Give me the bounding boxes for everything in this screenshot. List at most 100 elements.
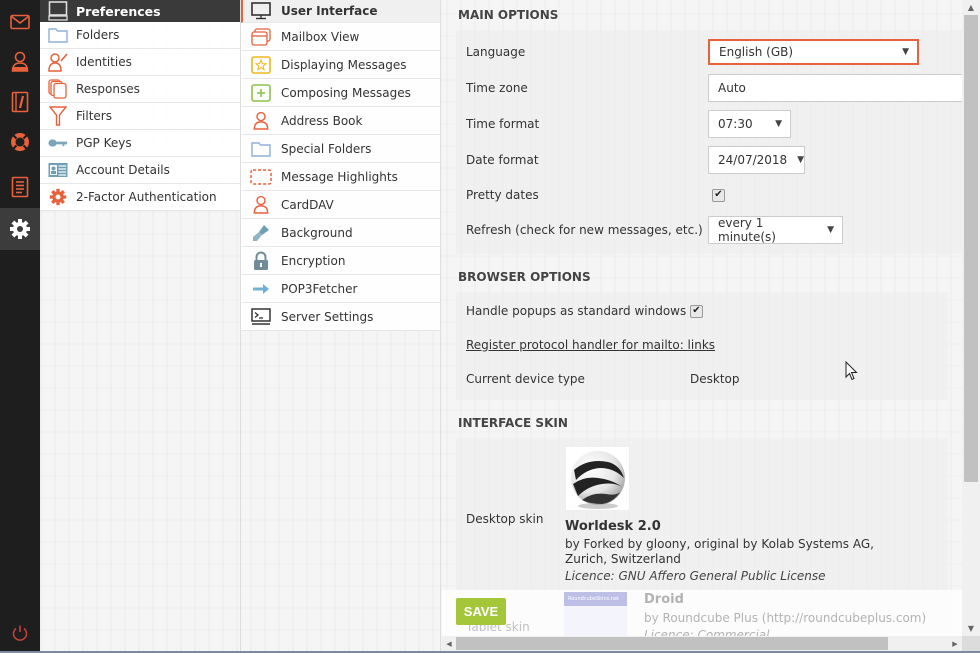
pref-item-filters[interactable]: Filters xyxy=(40,103,240,130)
save-button[interactable]: SAVE xyxy=(456,598,506,625)
logout-button[interactable] xyxy=(0,613,40,653)
pretty-dates-row: Pretty dates ✔ xyxy=(456,178,962,212)
time-format-select[interactable]: 07:30 ▼ xyxy=(708,110,791,138)
date-format-label: Date format xyxy=(466,153,539,167)
refresh-select[interactable]: every 1 minute(s) ▼ xyxy=(708,216,843,244)
preferences-header[interactable]: Preferences xyxy=(40,0,240,22)
lock-icon xyxy=(254,251,268,270)
nav-notes-button[interactable] xyxy=(0,82,40,122)
time-format-value: 07:30 xyxy=(718,117,753,131)
save-bar: Tablet skin RoundcubeSkins.net Droid by … xyxy=(442,590,962,642)
browser-options-box: Handle popups as standard windows ✔ Regi… xyxy=(456,292,948,400)
power-icon xyxy=(12,625,28,641)
pref-item-2fa[interactable]: 2-Factor Authentication xyxy=(40,184,240,211)
nav-mail-button[interactable] xyxy=(0,2,40,42)
main-options-title: MAIN OPTIONS xyxy=(458,8,559,22)
pref-item-label: PGP Keys xyxy=(76,136,132,150)
preferences-title: Preferences xyxy=(76,3,161,19)
chevron-down-icon: ▼ xyxy=(775,119,782,129)
desktop-skin-option[interactable]: Worldesk 2.0 by Forked by gloony, origin… xyxy=(565,446,905,583)
section-label: CardDAV xyxy=(281,197,334,212)
pref-item-pgp-keys[interactable]: PGP Keys xyxy=(40,130,240,157)
pretty-dates-checkbox[interactable]: ✔ xyxy=(712,188,725,202)
pretty-dates-label: Pretty dates xyxy=(466,188,539,202)
section-carddav[interactable]: CardDAV xyxy=(241,191,440,219)
horizontal-scroll-thumb[interactable] xyxy=(456,637,888,650)
section-label: Special Folders xyxy=(281,141,372,156)
responses-icon xyxy=(48,79,67,99)
section-encryption[interactable]: Encryption xyxy=(241,247,440,275)
id-card-icon xyxy=(48,163,68,177)
sections-list: User Interface Mailbox View Displaying M… xyxy=(241,0,440,331)
scroll-up-arrow-icon[interactable]: ▲ xyxy=(962,0,980,15)
pref-item-label: Identities xyxy=(76,55,132,69)
person-icon xyxy=(11,51,29,72)
section-address-book[interactable]: Address Book xyxy=(241,107,440,135)
section-pop3fetcher[interactable]: POP3Fetcher xyxy=(241,275,440,303)
protocol-row: Register protocol handler for mailto: li… xyxy=(456,328,948,362)
nav-settings-button[interactable] xyxy=(0,208,40,250)
desktop-skin-licence: Licence: GNU Affero General Public Licen… xyxy=(565,569,826,583)
date-format-select[interactable]: 24/07/2018 ▼ xyxy=(708,146,805,174)
pref-item-label: Responses xyxy=(76,82,140,96)
vertical-scroll-thumb[interactable] xyxy=(964,15,978,482)
section-message-highlights[interactable]: Message Highlights xyxy=(241,163,440,191)
section-background[interactable]: Background xyxy=(241,219,440,247)
timezone-value: Auto xyxy=(718,81,746,95)
monitor-icon xyxy=(48,1,68,21)
section-server-settings[interactable]: Server Settings xyxy=(241,303,440,331)
section-label: User Interface xyxy=(281,4,378,18)
timezone-select[interactable]: Auto xyxy=(708,74,962,102)
filter-icon xyxy=(49,106,67,126)
scroll-down-arrow-icon[interactable]: ▼ xyxy=(962,621,980,636)
key-icon xyxy=(48,139,68,147)
pref-item-account-details[interactable]: Account Details xyxy=(40,157,240,184)
date-format-value: 24/07/2018 xyxy=(718,153,788,167)
interface-skin-title: INTERFACE SKIN xyxy=(458,416,568,430)
section-label: Composing Messages xyxy=(281,85,411,100)
tablet-skin-author: by Roundcube Plus (http://roundcubeplus.… xyxy=(644,611,927,625)
desktop-skin-row: Desktop skin Worldesk 2.0 by Forked by g… xyxy=(456,442,948,583)
envelope-icon xyxy=(10,14,30,30)
main-options-box: Language English (GB) ▼ Time zone Auto T… xyxy=(456,30,962,254)
section-mailbox-view[interactable]: Mailbox View xyxy=(241,23,440,51)
preferences-list: Folders Identities Responses Filters PGP… xyxy=(40,22,240,211)
timezone-row: Time zone Auto xyxy=(456,70,962,106)
monitor-icon xyxy=(251,2,271,20)
pref-item-label: 2-Factor Authentication xyxy=(76,190,217,204)
identity-icon xyxy=(48,53,68,72)
worldesk-thumbnail xyxy=(565,446,630,511)
vertical-scrollbar[interactable]: ▲ ▼ xyxy=(962,0,980,636)
section-composing-messages[interactable]: Composing Messages xyxy=(241,79,440,107)
nav-help-button[interactable] xyxy=(0,122,40,162)
horizontal-scrollbar[interactable]: ◀ ▶ xyxy=(442,636,962,653)
popups-checkbox[interactable]: ✔ xyxy=(690,304,703,318)
time-format-label: Time format xyxy=(466,117,540,131)
section-label: Background xyxy=(281,225,353,240)
section-user-interface[interactable]: User Interface xyxy=(241,0,440,23)
scroll-right-arrow-icon[interactable]: ▶ xyxy=(948,636,962,651)
section-displaying-messages[interactable]: Displaying Messages xyxy=(241,51,440,79)
section-special-folders[interactable]: Special Folders xyxy=(241,135,440,163)
pref-item-label: Filters xyxy=(76,109,112,123)
nav-tasks-button[interactable] xyxy=(0,167,40,207)
gear-icon xyxy=(49,188,67,206)
section-label: POP3Fetcher xyxy=(281,281,358,296)
section-label: Address Book xyxy=(281,113,363,128)
worldesk-logo-icon xyxy=(570,450,625,509)
sections-panel: User Interface Mailbox View Displaying M… xyxy=(241,0,441,653)
notebook-icon xyxy=(11,91,29,113)
pref-item-identities[interactable]: Identities xyxy=(40,49,240,76)
language-select[interactable]: English (GB) ▼ xyxy=(708,39,919,65)
desktop-skin-author: by Forked by gloony, original by Kolab S… xyxy=(565,537,874,566)
nav-contacts-button[interactable] xyxy=(0,42,40,82)
section-label: Message Highlights xyxy=(281,169,398,184)
language-label: Language xyxy=(466,45,526,59)
register-protocol-link[interactable]: Register protocol handler for mailto: li… xyxy=(466,338,715,352)
mailbox-icon xyxy=(251,27,271,46)
scroll-left-arrow-icon[interactable]: ◀ xyxy=(442,636,456,651)
chevron-down-icon: ▼ xyxy=(902,47,909,57)
pref-item-folders[interactable]: Folders xyxy=(40,22,240,49)
section-label: Encryption xyxy=(281,253,346,268)
pref-item-responses[interactable]: Responses xyxy=(40,76,240,103)
